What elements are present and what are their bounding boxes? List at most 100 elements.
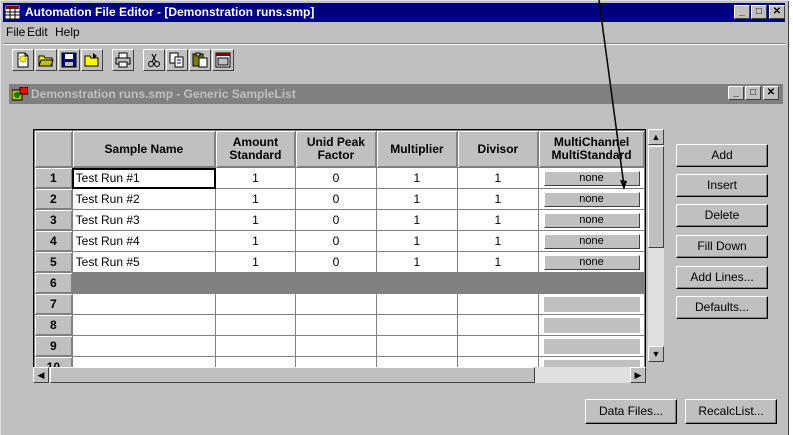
cell-multiplier[interactable]: 1 [376,209,458,231]
cell-multichannel[interactable]: none [538,188,645,210]
cell-divisor[interactable]: 1 [456,209,540,231]
cell-divisor[interactable] [456,272,540,294]
row-header[interactable]: 7 [34,293,73,315]
table-row[interactable]: 3 Test Run #3 1 0 1 1 none [34,209,645,231]
multistandard-empty[interactable] [543,338,640,354]
cell-sample-name[interactable] [71,335,217,357]
multistandard-button[interactable]: none [543,254,640,270]
row-header[interactable]: 9 [34,335,73,357]
multistandard-button[interactable]: none [543,191,640,207]
fill-down-button[interactable]: Fill Down [676,235,768,258]
cell-sample-name[interactable]: Test Run #4 [71,230,217,252]
hscroll-thumb[interactable] [50,367,535,383]
properties-button[interactable] [212,49,234,71]
cell-amount-standard[interactable]: 1 [215,188,296,210]
vertical-scrollbar[interactable]: ▲ ▼ [648,129,664,362]
cell-unid-peak-factor[interactable]: 0 [294,209,378,231]
cell-divisor[interactable] [456,314,540,336]
multistandard-empty[interactable] [543,296,640,312]
child-close-button[interactable]: ✕ [763,86,779,100]
cell-multiplier[interactable]: 1 [376,230,458,252]
header-amount-standard[interactable]: Amount Standard [215,130,296,168]
cell-unid-peak-factor[interactable] [294,314,378,336]
cell-divisor[interactable] [456,293,540,315]
cell-sample-name[interactable] [71,272,217,294]
header-divisor[interactable]: Divisor [456,130,540,168]
row-header[interactable]: 1 [34,167,73,189]
table-row[interactable]: 2 Test Run #2 1 0 1 1 none [34,188,645,210]
cell-sample-name[interactable] [71,314,217,336]
cell-multiplier[interactable] [376,335,458,357]
multistandard-button[interactable]: none [543,170,640,186]
corner-header[interactable] [34,130,73,168]
close-button[interactable]: ✕ [769,5,785,19]
add-lines-button[interactable]: Add Lines... [676,266,768,289]
scroll-right-button[interactable]: ▶ [630,367,646,383]
row-header[interactable]: 3 [34,209,73,231]
title-bar[interactable]: Automation File Editor - [Demonstration … [3,3,785,22]
cell-amount-standard[interactable]: 1 [215,230,296,252]
child-minimize-button[interactable]: _ [728,86,744,100]
row-header[interactable]: 5 [34,251,73,273]
data-files-button[interactable]: Data Files... [585,399,677,424]
menu-edit[interactable]: Edit [27,22,48,42]
table-row[interactable]: 4 Test Run #4 1 0 1 1 none [34,230,645,252]
cell-amount-standard[interactable] [215,314,296,336]
minimize-button[interactable]: _ [734,5,750,19]
header-multichannel[interactable]: MultiChannel MultiStandard [538,130,645,168]
cell-amount-standard[interactable] [215,335,296,357]
add-button[interactable]: Add [676,144,768,167]
cell-amount-standard[interactable]: 1 [215,209,296,231]
copy-button[interactable] [166,49,188,71]
cell-amount-standard[interactable] [215,293,296,315]
table-row[interactable]: 7 [34,293,645,315]
cell-unid-peak-factor[interactable]: 0 [294,251,378,273]
cell-sample-name[interactable]: Test Run #2 [71,188,217,210]
cell-unid-peak-factor[interactable]: 0 [294,167,378,189]
table-row[interactable]: 1 Test Run #1 1 0 1 1 none [34,167,645,189]
cell-amount-standard[interactable]: 1 [215,167,296,189]
maximize-button[interactable]: □ [751,5,767,19]
scroll-up-button[interactable]: ▲ [648,129,664,145]
horizontal-scrollbar[interactable]: ◀ ▶ [33,367,646,383]
row-header[interactable]: 6 [34,272,73,294]
cell-unid-peak-factor[interactable]: 0 [294,230,378,252]
cell-unid-peak-factor[interactable] [294,293,378,315]
cell-multiplier[interactable]: 1 [376,251,458,273]
header-unid-peak-factor[interactable]: Unid Peak Factor [294,130,378,168]
open-file-button[interactable] [81,49,103,71]
cell-multiplier[interactable]: 1 [376,167,458,189]
table-row[interactable]: 9 [34,335,645,357]
child-maximize-button[interactable]: □ [745,86,761,100]
cell-sample-name[interactable]: Test Run #5 [71,251,217,273]
table-row[interactable]: 6 [34,272,645,294]
cell-unid-peak-factor[interactable]: 0 [294,188,378,210]
print-button[interactable] [112,49,134,71]
cell-multiplier[interactable] [376,272,458,294]
recalc-list-button[interactable]: RecalcList... [685,399,777,424]
multistandard-button[interactable]: none [543,233,640,249]
row-header[interactable]: 2 [34,188,73,210]
sample-grid[interactable]: Sample Name Amount Standard Unid Peak Fact… [33,129,646,383]
cell-multichannel[interactable]: none [538,167,645,189]
cut-button[interactable] [143,49,165,71]
cell-unid-peak-factor[interactable] [294,272,378,294]
cell-multiplier[interactable] [376,293,458,315]
table-row[interactable]: 5 Test Run #5 1 0 1 1 none [34,251,645,273]
cell-sample-name[interactable] [71,293,217,315]
menu-file[interactable]: File [6,22,25,42]
cell-unid-peak-factor[interactable] [294,335,378,357]
child-title-bar[interactable]: Demonstration runs.smp - Generic SampleL… [9,84,783,104]
paste-button[interactable] [189,49,211,71]
cell-sample-name[interactable]: Test Run #1 [71,167,217,189]
multistandard-empty[interactable] [543,317,640,333]
cell-multichannel[interactable]: none [538,209,645,231]
cell-divisor[interactable]: 1 [456,251,540,273]
row-header[interactable]: 4 [34,230,73,252]
scroll-thumb[interactable] [648,146,664,248]
insert-button[interactable]: Insert [676,174,768,197]
cell-divisor[interactable]: 1 [456,230,540,252]
cell-amount-standard[interactable] [215,272,296,294]
save-button[interactable] [58,49,80,71]
new-button[interactable] [12,49,34,71]
